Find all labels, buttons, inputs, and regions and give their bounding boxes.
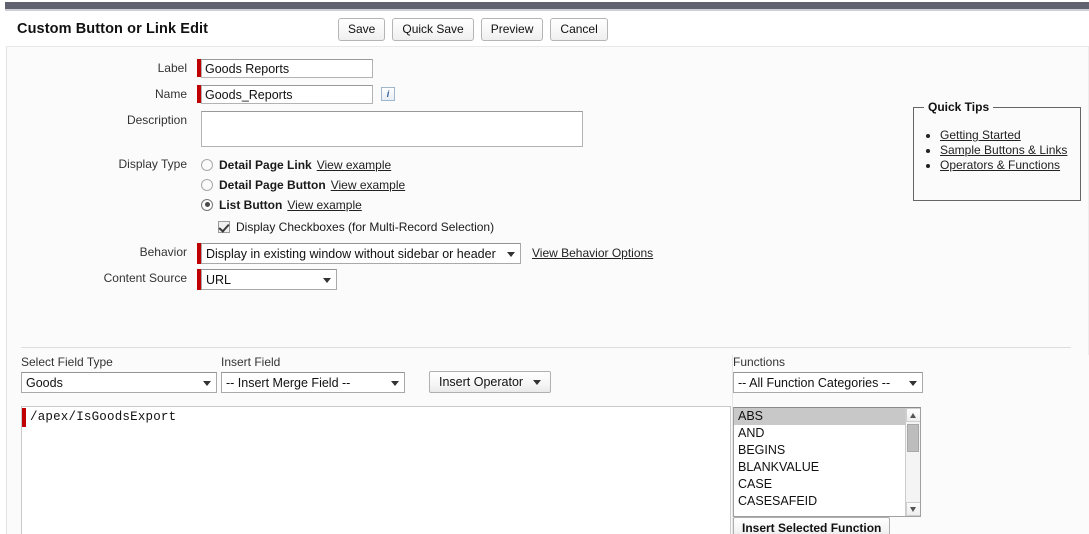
header-button-group: Save Quick Save Preview Cancel [338,18,608,41]
form-row-content-source: Content Source URL [7,269,337,290]
quick-tips-panel: Quick Tips Getting Started Sample Button… [913,100,1081,201]
save-button[interactable]: Save [338,18,386,41]
list-item[interactable]: CASE [734,476,920,493]
select-field-type-value: Goods [26,375,63,390]
list-item[interactable]: ABS [734,408,920,425]
insert-field-caption: Insert Field [221,355,281,369]
select-field-type-select[interactable]: Goods [21,372,217,393]
list-item[interactable]: CASESAFEID [734,493,920,510]
scroll-down-arrow-icon[interactable] [906,502,920,516]
page-title: Custom Button or Link Edit [17,21,209,37]
formula-editor-section: Select Field Type Goods Insert Field -- … [7,355,1089,534]
name-field-label: Name [154,87,187,101]
form-row-behavior: Behavior Display in existing window with… [7,243,653,264]
content-source-label: Content Source [103,271,187,285]
formula-text: /apex/IsGoodsExport [30,410,177,424]
functions-caption: Functions [733,355,786,369]
list-item[interactable]: Operators & Functions [940,158,1080,172]
preview-button[interactable]: Preview [480,18,544,41]
content-panel: Label Name i Description Display Type [6,47,1089,534]
behavior-select-value: Display in existing window without sideb… [206,246,496,261]
chevron-down-icon [391,380,399,386]
quick-tip-link-sample-buttons[interactable]: Sample Buttons & Links [940,143,1067,157]
chevron-down-icon [533,379,542,385]
list-item[interactable]: BLANKVALUE [734,459,920,476]
form-row-display-type: Display Type Detail Page Link View examp… [7,155,495,236]
description-field-label: Description [126,113,187,127]
content-source-select[interactable]: URL [201,269,337,290]
quick-tips-title: Quick Tips [924,100,994,114]
content-source-select-value: URL [206,272,232,287]
scrollbar-thumb[interactable] [907,424,919,452]
list-item[interactable]: Getting Started [940,128,1080,142]
insert-merge-field-select[interactable]: -- Insert Merge Field -- [221,372,405,393]
behavior-label: Behavior [139,245,187,259]
label-field-label: Label [157,61,187,75]
functions-scrollbar[interactable] [905,408,920,516]
list-item[interactable]: Sample Buttons & Links [940,143,1080,157]
cancel-button[interactable]: Cancel [550,18,608,41]
display-checkboxes-label: Display Checkboxes (for Multi-Record Sel… [236,219,495,234]
radio-icon-detail-page-button[interactable] [201,178,213,191]
insert-selected-function-button[interactable]: Insert Selected Function [733,517,891,534]
form-row-description: Description [7,111,583,147]
radio-detail-page-link[interactable]: Detail Page Link View example [201,155,494,174]
form-row-name: Name i [7,85,395,104]
quick-save-button[interactable]: Quick Save [392,18,474,41]
insert-operator-label: Insert Operator [439,375,524,389]
chevron-down-icon [203,380,211,386]
list-item[interactable]: BEGINS [734,442,920,459]
function-category-value: -- All Function Categories -- [738,375,891,390]
functions-listbox[interactable]: ABS AND BEGINS BLANKVALUE CASE CASESAFEI… [733,407,921,517]
view-behavior-options-link[interactable]: View Behavior Options [532,243,653,264]
view-example-link-detail-page-link[interactable]: View example [317,158,391,172]
required-indicator-formula [22,408,26,427]
insert-operator-button[interactable]: Insert Operator [429,371,552,393]
chevron-down-icon [507,251,515,257]
list-item[interactable]: AND [734,425,920,442]
function-category-select[interactable]: -- All Function Categories -- [733,372,923,393]
browser-chrome-strip [5,2,1089,9]
radio-label-detail-page-button: Detail Page Button [219,177,326,192]
quick-tip-link-getting-started[interactable]: Getting Started [940,128,1021,142]
scroll-up-arrow-icon[interactable] [906,408,920,422]
radio-list-button[interactable]: List Button View example [201,195,494,214]
page-header: Custom Button or Link Edit Save Quick Sa… [6,11,1089,47]
section-divider [21,347,1071,348]
insert-merge-field-value: -- Insert Merge Field -- [226,375,351,390]
behavior-select[interactable]: Display in existing window without sideb… [201,243,521,264]
radio-icon-detail-page-link[interactable] [201,158,213,171]
display-checkboxes-row[interactable]: Display Checkboxes (for Multi-Record Sel… [218,217,494,236]
quick-tip-link-operators-functions[interactable]: Operators & Functions [940,158,1060,172]
radio-icon-list-button[interactable] [201,198,213,211]
radio-detail-page-button[interactable]: Detail Page Button View example [201,175,494,194]
radio-label-list-button: List Button [219,197,283,212]
display-type-options: Detail Page Link View example Detail Pag… [201,155,494,236]
name-input[interactable] [201,85,373,104]
quick-tips-list: Getting Started Sample Buttons & Links O… [914,128,1080,172]
app-root: Custom Button or Link Edit Save Quick Sa… [0,0,1089,534]
display-checkboxes-checkbox[interactable] [218,220,230,233]
label-input[interactable] [201,59,373,78]
radio-label-detail-page-link: Detail Page Link [219,157,312,172]
chevron-down-icon [323,277,331,283]
chevron-down-icon [909,380,917,386]
view-example-link-detail-page-button[interactable]: View example [331,178,405,192]
info-icon[interactable]: i [381,87,395,101]
view-example-link-list-button[interactable]: View example [287,198,361,212]
display-type-label: Display Type [118,157,187,171]
select-field-type-caption: Select Field Type [21,355,113,369]
formula-textarea[interactable]: /apex/IsGoodsExport [21,406,731,534]
form-row-label: Label [7,59,373,78]
description-textarea[interactable] [201,111,583,147]
